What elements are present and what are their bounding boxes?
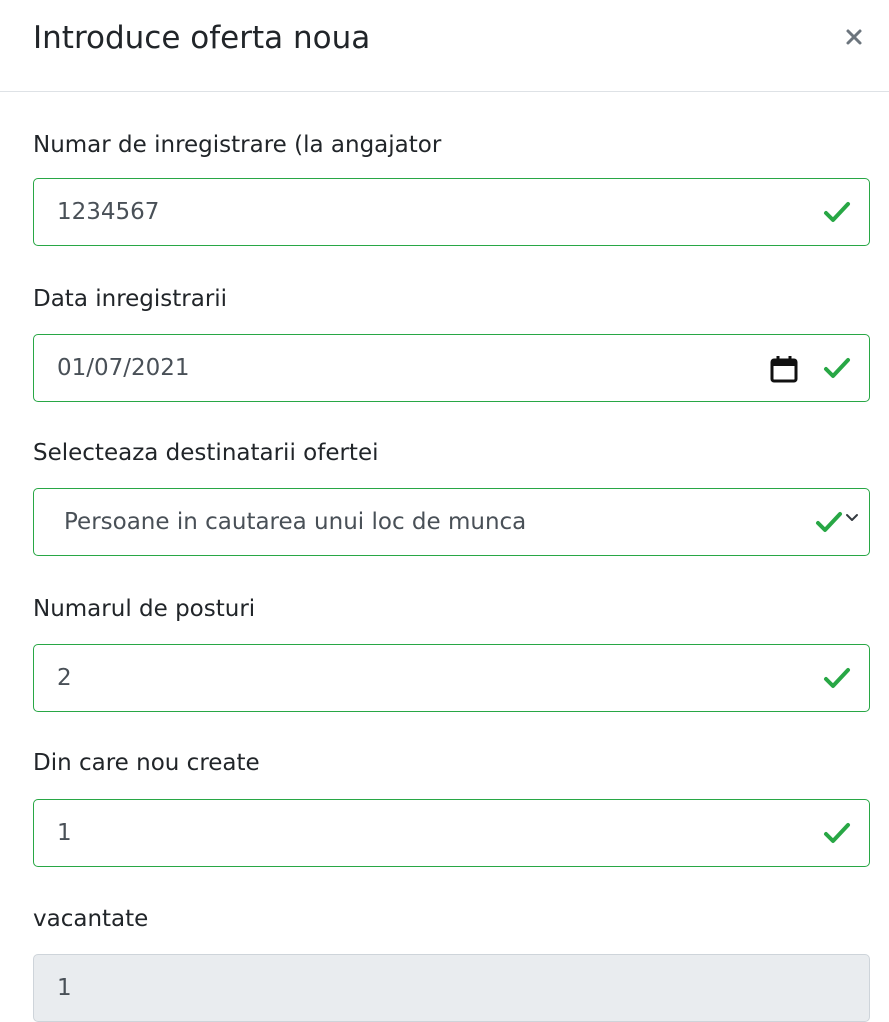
recipients-label: Selecteaza destinatarii ofertei [33, 440, 379, 466]
close-icon [846, 29, 862, 45]
registration-number-group: Numar de inregistrare (la angajator [33, 130, 870, 246]
check-icon [816, 512, 842, 532]
check-icon [824, 202, 850, 222]
registration-date-group: Data inregistrarii [33, 284, 870, 402]
registration-number-field[interactable] [33, 178, 870, 246]
vacancies-field [33, 954, 870, 1022]
registration-date-input[interactable] [34, 335, 869, 401]
newly-created-input[interactable] [34, 800, 869, 866]
close-button[interactable] [839, 16, 869, 56]
check-icon [824, 823, 850, 843]
registration-number-input[interactable] [34, 179, 869, 245]
recipients-group: Selecteaza destinatarii ofertei [33, 438, 870, 556]
newly-created-label: Din care nou create [33, 750, 260, 776]
registration-number-label: Numar de inregistrare (la angajator [33, 132, 442, 158]
positions-count-input[interactable] [34, 645, 869, 711]
check-icon [824, 358, 850, 378]
newly-created-group: Din care nou create [33, 748, 870, 867]
positions-count-field[interactable] [33, 644, 870, 712]
positions-count-label: Numarul de posturi [33, 596, 256, 622]
recipients-select[interactable] [33, 488, 870, 556]
newly-created-field[interactable] [33, 799, 870, 867]
check-icon [824, 668, 850, 688]
modal-header: Introduce oferta noua [0, 0, 889, 92]
vacancies-label: vacantate [33, 906, 149, 932]
vacancies-group: vacantate [33, 904, 870, 1022]
positions-count-group: Numarul de posturi [33, 594, 870, 712]
modal-title: Introduce oferta noua [33, 20, 371, 56]
registration-date-label: Data inregistrarii [33, 286, 228, 312]
recipients-selected-value[interactable] [34, 489, 869, 555]
calendar-icon[interactable] [769, 354, 799, 384]
vacancies-input [34, 955, 869, 1021]
registration-date-field[interactable] [33, 334, 870, 402]
chevron-down-icon [846, 514, 858, 521]
